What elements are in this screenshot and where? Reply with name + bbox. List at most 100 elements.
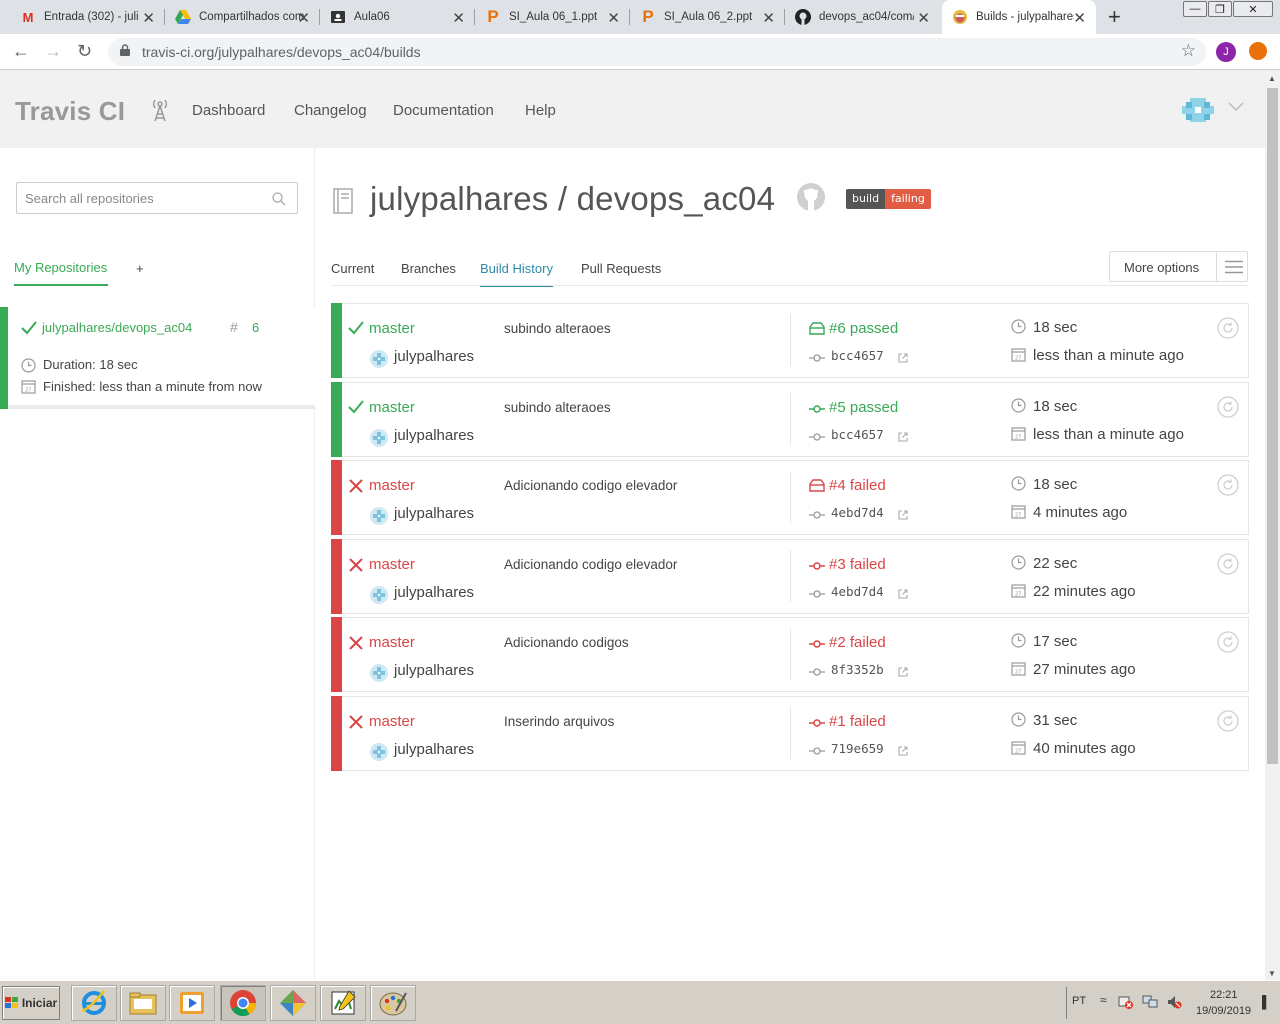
commit-sha-link[interactable]: bcc4657: [831, 348, 884, 363]
tab-branches[interactable]: Branches: [401, 261, 456, 276]
start-button[interactable]: Iniciar: [2, 986, 60, 1020]
browser-tab-travis[interactable]: Builds - julypalhares ✕: [942, 0, 1096, 34]
close-tab-icon[interactable]: ✕: [142, 9, 155, 27]
build-number-link[interactable]: #5 passed: [829, 399, 898, 416]
browser-tab-drive[interactable]: Compartilhados com ✕: [165, 0, 320, 34]
build-row[interactable]: master julypalhares Inserindo arquivos #1 f…: [331, 696, 1249, 771]
search-repositories-input[interactable]: [16, 182, 298, 214]
scrollbar-thumb[interactable]: [1267, 88, 1278, 764]
branch-name[interactable]: master: [369, 320, 415, 337]
nav-dashboard[interactable]: Dashboard: [192, 102, 265, 119]
taskbar-media-player[interactable]: [169, 985, 215, 1021]
taskbar-chrome[interactable]: [220, 985, 266, 1021]
restart-build-icon[interactable]: [1217, 631, 1239, 658]
taskbar-editor[interactable]: [320, 985, 366, 1021]
nav-documentation[interactable]: Documentation: [393, 102, 494, 119]
more-options-button[interactable]: More options: [1109, 251, 1248, 282]
address-bar[interactable]: travis-ci.org/julypalhares/devops_ac04/b…: [108, 38, 1206, 66]
add-repository-button[interactable]: +: [136, 261, 144, 276]
branch-name[interactable]: master: [369, 713, 415, 730]
close-tab-icon[interactable]: ✕: [297, 9, 310, 27]
github-icon[interactable]: [796, 182, 826, 212]
commit-sha-link[interactable]: 4ebd7d4: [831, 584, 884, 599]
browser-tab-gmail[interactable]: M Entrada (302) - juli ✕: [10, 0, 165, 34]
clock-time[interactable]: 22:21: [1210, 989, 1238, 1001]
tab-my-repositories[interactable]: My Repositories: [14, 260, 108, 286]
restart-build-icon[interactable]: [1217, 396, 1239, 423]
browser-tab-github[interactable]: devops_ac04/com/ ✕: [785, 0, 940, 34]
minimize-window-button[interactable]: —: [1183, 1, 1207, 17]
build-number-link[interactable]: #3 failed: [829, 556, 886, 573]
build-number-link[interactable]: 6: [252, 320, 259, 335]
scroll-up-arrow-icon[interactable]: ▲: [1268, 74, 1276, 83]
bookmark-star-icon[interactable]: ☆: [1181, 41, 1196, 61]
browser-tab-pptx-2[interactable]: P SI_Aula 06_2.pptx ✕: [630, 0, 785, 34]
tray-expand-icon[interactable]: ≈: [1100, 993, 1107, 1007]
build-number-link[interactable]: #6 passed: [829, 320, 898, 337]
search-icon[interactable]: [272, 192, 286, 206]
clock-date[interactable]: 19/09/2019: [1196, 1005, 1251, 1017]
back-arrow-icon[interactable]: ←: [12, 41, 30, 62]
build-row[interactable]: master julypalhares subindo alteraoes #5 pa…: [331, 382, 1249, 457]
user-avatar[interactable]: [1182, 98, 1214, 122]
computers-icon[interactable]: [1142, 994, 1158, 1010]
repository-name-link[interactable]: julypalhares/devops_ac04: [42, 320, 192, 335]
external-link-icon[interactable]: [898, 507, 908, 525]
close-window-button[interactable]: ✕: [1233, 1, 1273, 17]
close-tab-icon[interactable]: ✕: [452, 9, 465, 27]
browser-tab-aula06[interactable]: Aula06 ✕: [320, 0, 475, 34]
forward-arrow-icon[interactable]: →: [44, 41, 62, 62]
external-link-icon[interactable]: [898, 429, 908, 447]
commit-sha-link[interactable]: 8f3352b: [831, 662, 884, 677]
travis-logo[interactable]: Travis CI: [15, 96, 125, 127]
branch-name[interactable]: master: [369, 399, 415, 416]
tab-pull-requests[interactable]: Pull Requests: [581, 261, 661, 276]
restart-build-icon[interactable]: [1217, 474, 1239, 501]
nav-help[interactable]: Help: [525, 102, 556, 119]
maximize-window-button[interactable]: ❐: [1208, 1, 1232, 17]
external-link-icon[interactable]: [898, 586, 908, 604]
taskbar-paint[interactable]: [370, 985, 416, 1021]
page-scrollbar[interactable]: ▲ ▼: [1265, 70, 1280, 980]
chevron-down-icon[interactable]: [1228, 102, 1244, 112]
build-row[interactable]: master julypalhares Adicionando codigo ele…: [331, 460, 1249, 535]
build-row[interactable]: master julypalhares Adicionando codigos #2 …: [331, 617, 1249, 692]
close-tab-icon[interactable]: ✕: [762, 9, 775, 27]
external-link-icon[interactable]: [898, 743, 908, 761]
close-tab-icon[interactable]: ✕: [1073, 9, 1086, 27]
taskbar-file-explorer[interactable]: [120, 985, 166, 1021]
tab-current[interactable]: Current: [331, 261, 374, 276]
taskbar-app-diamond[interactable]: [270, 985, 316, 1021]
language-indicator[interactable]: PT: [1072, 995, 1086, 1007]
commit-sha-link[interactable]: 4ebd7d4: [831, 505, 884, 520]
browser-profile-avatar[interactable]: J: [1216, 42, 1236, 62]
external-link-icon[interactable]: [898, 350, 908, 368]
restart-build-icon[interactable]: [1217, 553, 1239, 580]
build-number-link[interactable]: #2 failed: [829, 634, 886, 651]
new-tab-button[interactable]: +: [1108, 4, 1121, 30]
network-warning-icon[interactable]: [1118, 994, 1134, 1010]
build-status-badge[interactable]: build failing: [846, 189, 931, 209]
commit-sha-link[interactable]: bcc4657: [831, 427, 884, 442]
build-row[interactable]: master julypalhares Adicionando codigo ele…: [331, 539, 1249, 614]
reload-icon[interactable]: ↻: [77, 41, 92, 62]
broadcast-tower-icon[interactable]: [150, 98, 170, 122]
tab-build-history[interactable]: Build History: [480, 261, 553, 287]
show-desktop-icon[interactable]: ▌: [1262, 995, 1271, 1009]
external-link-icon[interactable]: [898, 664, 908, 682]
branch-name[interactable]: master: [369, 556, 415, 573]
commit-sha-link[interactable]: 719e659: [831, 741, 884, 756]
build-number-link[interactable]: #1 failed: [829, 713, 886, 730]
branch-name[interactable]: master: [369, 477, 415, 494]
branch-name[interactable]: master: [369, 634, 415, 651]
taskbar-internet-explorer[interactable]: [71, 985, 117, 1021]
nav-changelog[interactable]: Changelog: [294, 102, 367, 119]
close-tab-icon[interactable]: ✕: [917, 9, 930, 27]
repository-card[interactable]: julypalhares/devops_ac04 # 6 Duration: 1…: [0, 307, 315, 409]
volume-muted-icon[interactable]: [1166, 994, 1182, 1010]
browser-tab-pptx-1[interactable]: P SI_Aula 06_1.pptx ✕: [475, 0, 630, 34]
restart-build-icon[interactable]: [1217, 710, 1239, 737]
extension-icon[interactable]: [1249, 42, 1267, 60]
scroll-down-arrow-icon[interactable]: ▼: [1268, 969, 1276, 978]
close-tab-icon[interactable]: ✕: [607, 9, 620, 27]
